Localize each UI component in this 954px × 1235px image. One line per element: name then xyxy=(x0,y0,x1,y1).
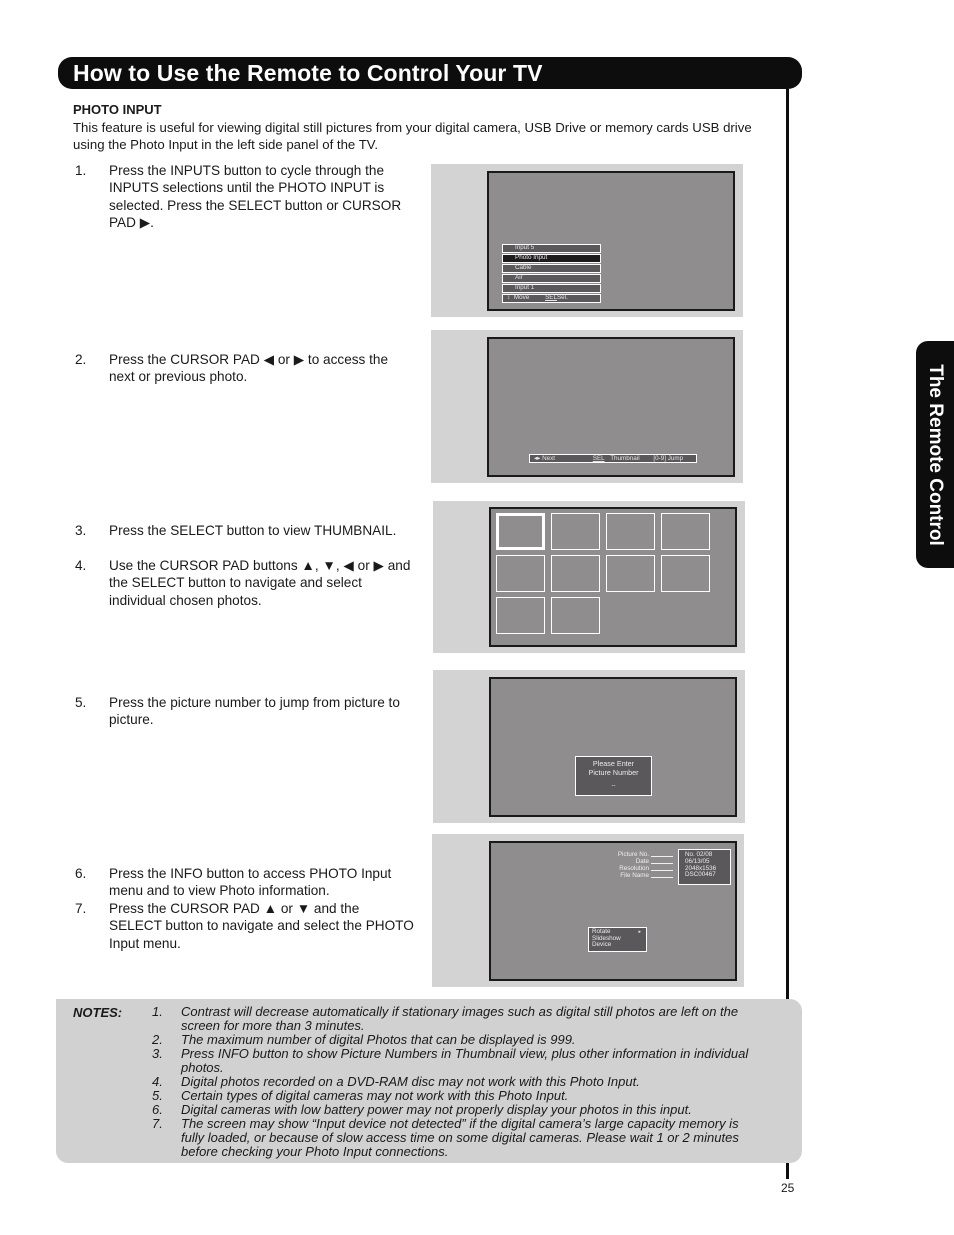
info-leader-line xyxy=(651,870,673,871)
jump-dialog-line2: Picture Number xyxy=(588,768,639,777)
section-heading: PHOTO INPUT xyxy=(73,102,162,117)
step-number: 6. xyxy=(75,866,87,881)
inputs-menu-item[interactable]: Input 1 xyxy=(502,284,601,293)
inputs-menu-footer: ↕ Move SELSel. xyxy=(502,294,601,303)
info-leader-line xyxy=(651,863,673,864)
note-text: Digital photos recorded on a DVD-RAM dis… xyxy=(181,1074,640,1089)
sel-key-icon: SEL xyxy=(545,294,557,301)
note-text: Digital cameras with low battery power m… xyxy=(181,1102,692,1117)
note-text: Press INFO button to show Picture Number… xyxy=(181,1046,749,1075)
tv-screen-jump: Please Enter Picture Number -- xyxy=(489,677,737,817)
move-label: Move xyxy=(513,294,530,301)
info-box: No. 02/08 06/13/05 2048x1536 DSC00467 xyxy=(678,849,731,885)
intro-paragraph: This feature is useful for viewing digit… xyxy=(73,120,752,152)
jump-dialog: Please Enter Picture Number -- xyxy=(575,756,652,796)
inputs-menu-item[interactable]: Cable xyxy=(502,264,601,273)
step-text: Press the INPUTS button to cycle through… xyxy=(109,163,402,230)
note-text: Certain types of digital cameras may not… xyxy=(181,1088,569,1103)
note-text: The maximum number of digital Photos tha… xyxy=(181,1032,576,1047)
photo-input-menu: Rotate ▸ Slideshow Device xyxy=(588,927,647,952)
thumbnail[interactable] xyxy=(661,513,710,550)
select-label: Sel. xyxy=(556,294,568,301)
info-leader-line xyxy=(651,856,673,857)
tv-screen-inputs: Input 5 Photo Input Cable Air Input 1 ↕ … xyxy=(487,171,735,311)
step-number: 3. xyxy=(75,523,87,538)
left-right-arrow-icon: ◂▸ xyxy=(534,455,541,462)
note-number: 3. xyxy=(152,1046,163,1061)
inputs-menu-item[interactable]: Input 5 xyxy=(502,244,601,253)
step-number: 5. xyxy=(75,695,87,710)
inputs-menu-item-selected[interactable]: Photo Input xyxy=(502,254,601,263)
step-text: Press the CURSOR PAD ◀ or ▶ to access th… xyxy=(109,352,389,385)
thumbnail[interactable] xyxy=(606,555,655,592)
picture-number-input[interactable]: -- xyxy=(576,783,651,789)
vertical-rule xyxy=(786,89,789,999)
info-leader-line xyxy=(651,877,673,878)
note-number: 7. xyxy=(152,1116,163,1131)
thumbnail[interactable] xyxy=(496,555,545,592)
menu-item-device[interactable]: Device xyxy=(592,941,646,949)
side-tab-label-wrap: The Remote Control xyxy=(916,341,954,568)
note-number: 2. xyxy=(152,1032,163,1047)
step-number: 7. xyxy=(75,901,87,916)
jump-dialog-line1: Please Enter xyxy=(592,759,635,768)
menu-item-label: Rotate xyxy=(592,928,611,935)
step-number: 1. xyxy=(75,163,87,178)
note-text: The screen may show “Input device not de… xyxy=(181,1116,739,1159)
thumbnail[interactable] xyxy=(551,513,600,550)
notes-label: NOTES: xyxy=(73,1005,123,1020)
thumbnail[interactable] xyxy=(551,597,600,634)
note-number: 1. xyxy=(152,1004,163,1019)
step-number: 2. xyxy=(75,352,87,367)
thumbnail-label: Thumbnail xyxy=(610,455,640,462)
step-text: Use the CURSOR PAD buttons ▲, ▼, ◀ or ▶ … xyxy=(109,558,411,608)
jump-key-icon: [0-9] xyxy=(653,455,666,462)
navigation-bar: ◂▸ Next SEL Thumbnail [0-9] Jump xyxy=(529,454,697,463)
side-tab-label: The Remote Control xyxy=(925,363,946,546)
submenu-arrow-icon: ▸ xyxy=(638,929,641,935)
step-text: Press the picture number to jump from pi… xyxy=(109,695,400,728)
tv-screen-thumbnails xyxy=(489,507,737,647)
tv-screen-navigation: ◂▸ Next SEL Thumbnail [0-9] Jump xyxy=(487,337,735,477)
step-text: Press the CURSOR PAD ▲ or ▼ and the SELE… xyxy=(109,901,414,951)
vertical-rule-bottom xyxy=(786,1163,789,1179)
step-number: 4. xyxy=(75,558,87,573)
note-number: 6. xyxy=(152,1102,163,1117)
thumbnail[interactable] xyxy=(661,555,710,592)
inputs-menu: Input 5 Photo Input Cable Air Input 1 ↕ … xyxy=(502,244,601,304)
thumbnail-selected[interactable] xyxy=(496,513,545,550)
note-number: 5. xyxy=(152,1088,163,1103)
info-value-file-name: DSC00467 xyxy=(685,871,716,879)
inputs-menu-item[interactable]: Air xyxy=(502,274,601,283)
jump-label: Jump xyxy=(667,455,684,462)
next-label: Next xyxy=(542,455,556,462)
sel-key-icon: SEL xyxy=(592,455,605,462)
info-label-file-name: File Name xyxy=(620,872,649,879)
thumbnail[interactable] xyxy=(606,513,655,550)
note-number: 4. xyxy=(152,1074,163,1089)
up-down-arrow-icon: ↕ xyxy=(507,294,511,301)
tv-screen-info: Picture No. Date Resolution File Name No… xyxy=(489,841,737,981)
step-text: Press the SELECT button to view THUMBNAI… xyxy=(109,523,397,538)
page-title: How to Use the Remote to Control Your TV xyxy=(73,60,543,86)
step-text: Press the INFO button to access PHOTO In… xyxy=(109,866,392,899)
note-text: Contrast will decrease automatically if … xyxy=(181,1004,739,1033)
page-number: 25 xyxy=(781,1181,795,1195)
thumbnail[interactable] xyxy=(551,555,600,592)
thumbnail[interactable] xyxy=(496,597,545,634)
